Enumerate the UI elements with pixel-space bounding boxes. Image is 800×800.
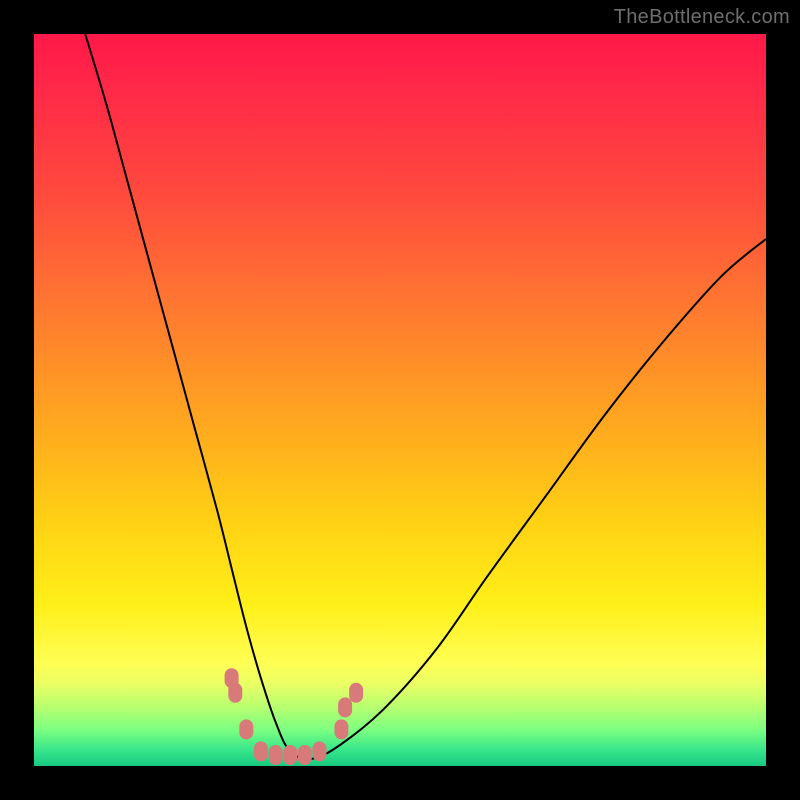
curve-svg bbox=[34, 34, 766, 766]
curve-marker bbox=[349, 683, 363, 703]
curve-marker bbox=[254, 741, 268, 761]
curve-marker bbox=[239, 719, 253, 739]
bottleneck-curve bbox=[85, 34, 766, 759]
curve-marker bbox=[283, 745, 297, 765]
curve-marker bbox=[313, 741, 327, 761]
watermark-text: TheBottleneck.com bbox=[614, 6, 790, 29]
curve-marker bbox=[228, 683, 242, 703]
chart-frame: TheBottleneck.com bbox=[0, 0, 800, 800]
curve-marker bbox=[338, 697, 352, 717]
marker-group bbox=[225, 668, 364, 765]
curve-marker bbox=[298, 745, 312, 765]
curve-marker bbox=[334, 719, 348, 739]
plot-area bbox=[34, 34, 766, 766]
curve-marker bbox=[269, 745, 283, 765]
